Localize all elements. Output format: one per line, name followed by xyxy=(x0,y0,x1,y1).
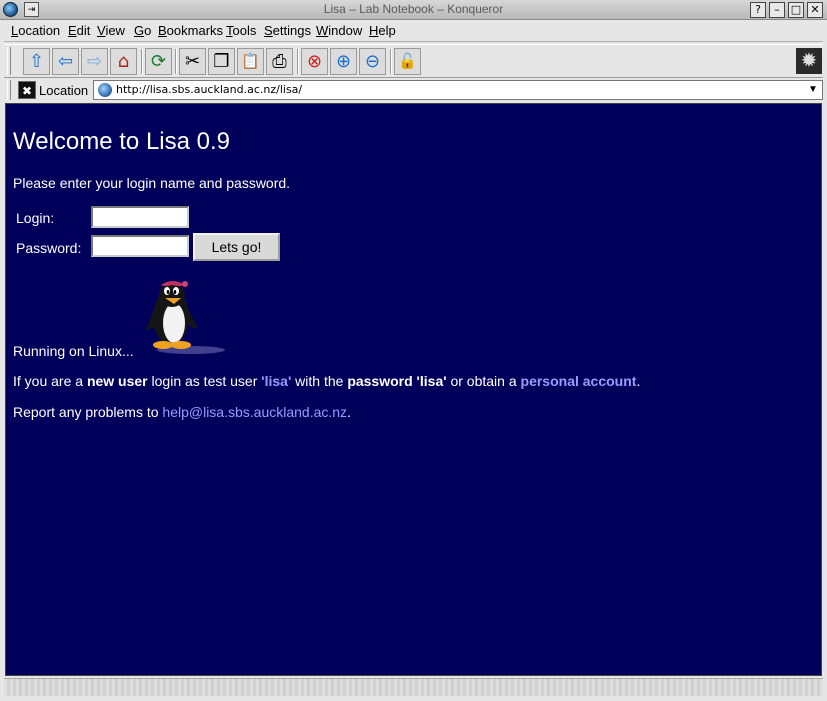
url-text[interactable]: http://lisa.sbs.auckland.ac.nz/lisa/ xyxy=(116,83,302,96)
location-toolbar: ✖ Location http://lisa.sbs.auckland.ac.n… xyxy=(4,79,823,101)
tux-penguin-image xyxy=(146,281,225,354)
forward-arrow-icon[interactable]: ⇨ xyxy=(81,48,108,75)
toolbar-handle[interactable] xyxy=(7,47,11,75)
login-instructions: Please enter your login name and passwor… xyxy=(13,175,291,191)
menu-window[interactable]: Window xyxy=(316,23,362,38)
maximize-button[interactable]: □ xyxy=(788,2,804,18)
toolbar-separator xyxy=(175,49,177,74)
toolbar-separator xyxy=(141,49,143,74)
menu-bookmarks[interactable]: Bookmarks xyxy=(158,23,223,38)
page-title: Welcome to Lisa 0.9 xyxy=(13,128,230,155)
menu-view[interactable]: View xyxy=(97,23,125,38)
window-titlebar[interactable]: ⇥ Lisa – Lab Notebook – Konqueror ? – □ … xyxy=(0,0,827,20)
paste-icon[interactable]: 📋 xyxy=(237,48,264,75)
menubar: Location Edit View Go Bookmarks Tools Se… xyxy=(4,21,823,42)
url-input[interactable]: http://lisa.sbs.auckland.ac.nz/lisa/ ▼ xyxy=(93,80,823,100)
menu-settings[interactable]: Settings xyxy=(264,23,311,38)
personal-account-link[interactable]: personal account xyxy=(521,373,637,389)
back-arrow-icon[interactable]: ⇦ xyxy=(52,48,79,75)
stop-icon[interactable]: ⊗ xyxy=(301,48,328,75)
home-icon[interactable]: ⌂ xyxy=(110,48,137,75)
help-button[interactable]: ? xyxy=(750,2,766,18)
login-label: Login: xyxy=(16,210,55,226)
new-user-paragraph: If you are a new user login as test user… xyxy=(13,373,641,389)
running-on-linux-text: Running on Linux... xyxy=(13,343,134,359)
minimize-button[interactable]: – xyxy=(769,2,785,18)
zoom-out-icon[interactable]: ⊖ xyxy=(359,48,386,75)
menu-go[interactable]: Go xyxy=(134,23,151,38)
window-title: Lisa – Lab Notebook – Konqueror xyxy=(323,2,504,16)
toolbar-separator xyxy=(390,49,392,74)
copy-icon[interactable]: ❐ xyxy=(208,48,235,75)
toolbar-separator xyxy=(297,49,299,74)
page-viewport[interactable]: Welcome to Lisa 0.9 Please enter your lo… xyxy=(5,103,822,676)
print-icon[interactable]: ⎙ xyxy=(266,48,293,75)
password-field[interactable] xyxy=(91,235,189,257)
settings-gear-icon[interactable]: ✹ xyxy=(796,48,822,74)
security-lock-icon[interactable]: 🔓 xyxy=(394,48,421,75)
zoom-in-icon[interactable]: ⊕ xyxy=(330,48,357,75)
clear-location-icon[interactable]: ✖ xyxy=(18,81,36,99)
menu-edit[interactable]: Edit xyxy=(68,23,90,38)
login-field[interactable] xyxy=(91,206,189,228)
test-user-link[interactable]: 'lisa' xyxy=(261,373,291,389)
help-email-link[interactable]: help@lisa.sbs.auckland.ac.nz xyxy=(162,404,347,420)
up-arrow-icon[interactable]: ⇧ xyxy=(23,48,50,75)
password-label: Password: xyxy=(16,240,82,256)
menu-tools[interactable]: Tools xyxy=(226,23,256,38)
page-favicon-icon xyxy=(98,83,112,97)
cut-icon[interactable]: ✂ xyxy=(179,48,206,75)
location-toolbar-handle[interactable] xyxy=(7,80,11,100)
menu-location[interactable]: Location xyxy=(11,23,60,38)
reload-icon[interactable]: ⟳ xyxy=(145,48,172,75)
menu-help[interactable]: Help xyxy=(369,23,396,38)
submit-button[interactable]: Lets go! xyxy=(193,233,280,261)
close-button[interactable]: ✕ xyxy=(807,2,823,18)
main-toolbar: ⇧ ⇦ ⇨ ⌂ ⟳ ✂ ❐ 📋 ⎙ ⊗ ⊕ ⊖ 🔓 ✹ xyxy=(4,44,823,78)
location-label: Location xyxy=(39,83,89,98)
report-problems-paragraph: Report any problems to help@lisa.sbs.auc… xyxy=(13,404,351,420)
status-bar xyxy=(4,678,823,696)
url-history-dropdown-icon[interactable]: ▼ xyxy=(804,81,822,99)
